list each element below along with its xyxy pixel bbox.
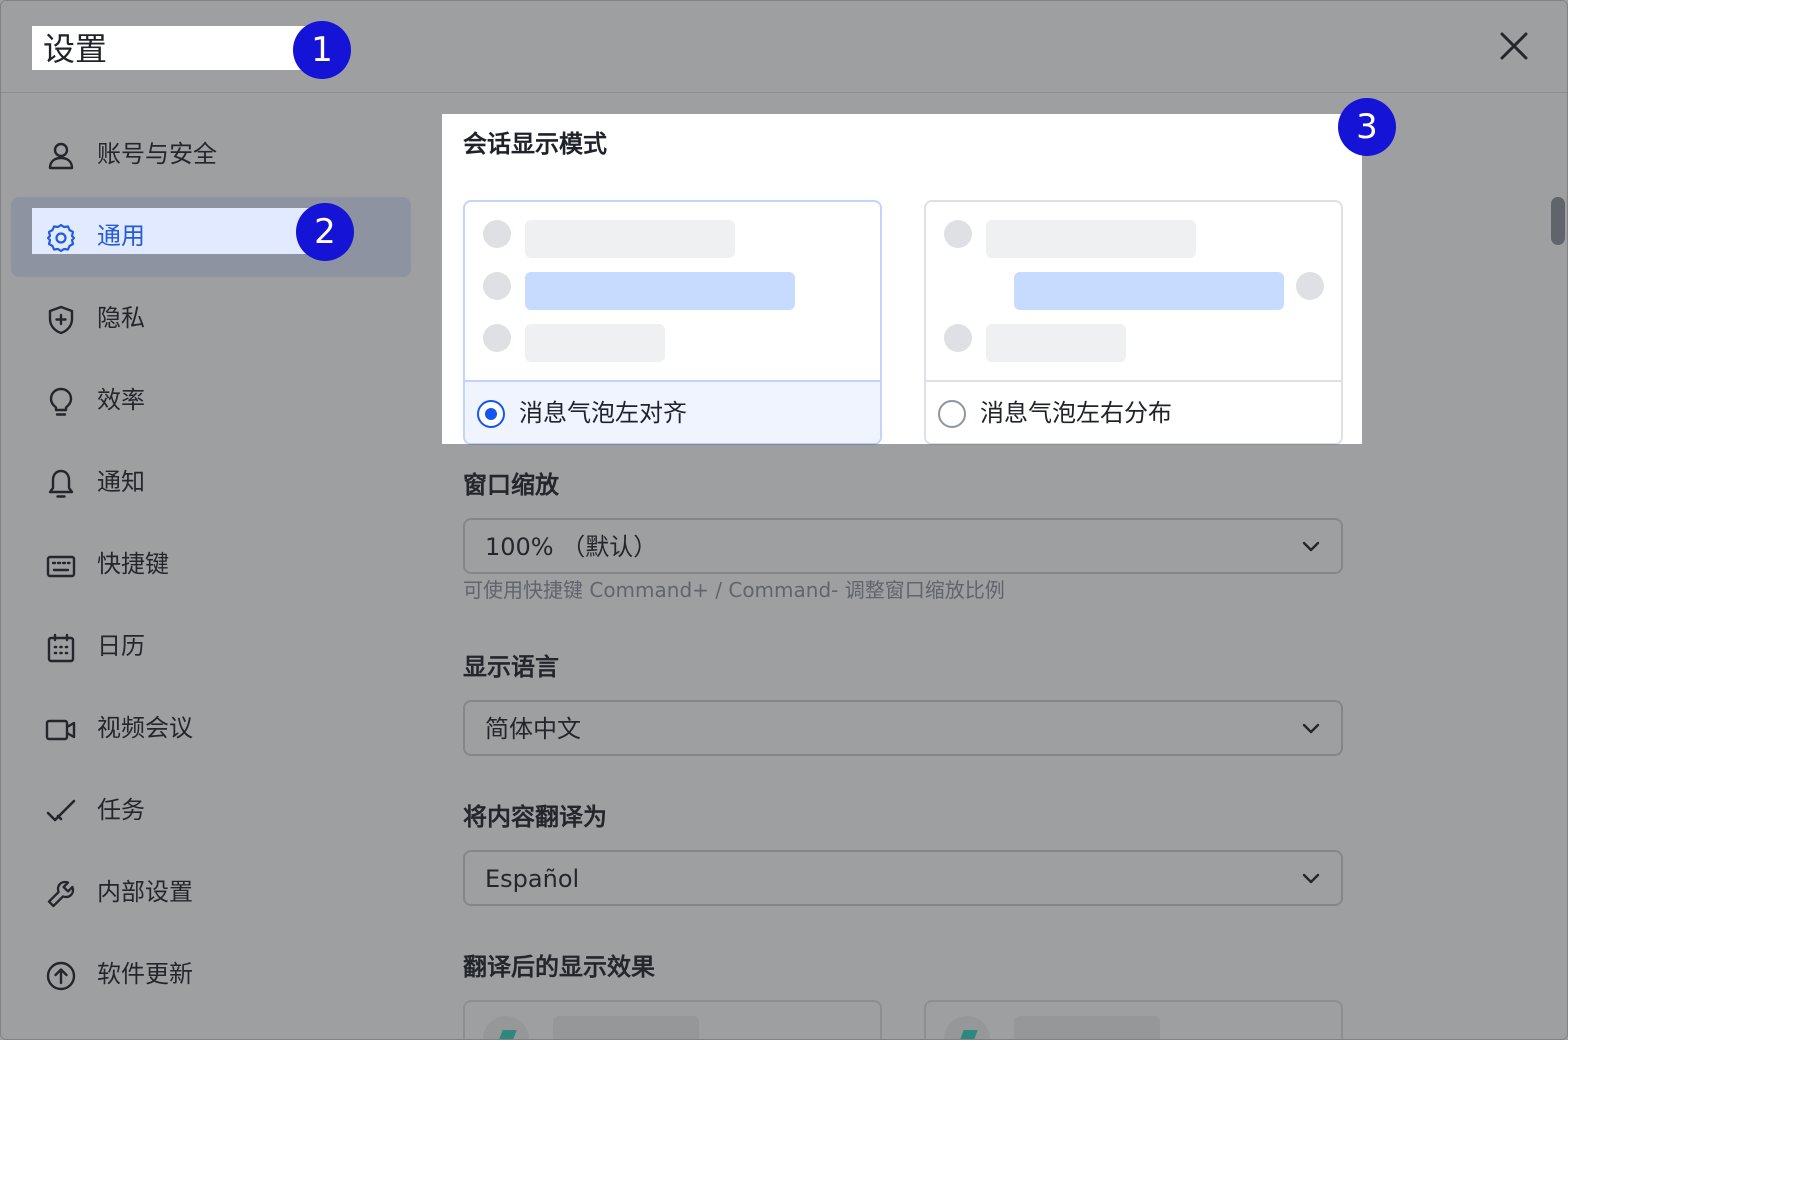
mode-footer: 消息气泡左对齐 [465, 380, 880, 443]
sidebar-item-label: 隐私 [97, 304, 145, 332]
settings-content: 会话显示模式 消息气泡左对齐 消息气泡左右分布 窗口缩放 100% （默认） 可… [421, 93, 1567, 1039]
avatar [483, 1016, 529, 1039]
settings-window: 设置 账号与安全 通用 隐私 效率 通知 快捷键 日历 视频会议 任务 内部设置… [0, 0, 1568, 1040]
sidebar-item-internal-settings[interactable]: 内部设置 [11, 853, 411, 933]
mode-option-left-right[interactable]: 消息气泡左右分布 [924, 200, 1343, 445]
annotation-badge-3: 3 [1338, 98, 1396, 156]
sidebar-item-tasks[interactable]: 任务 [11, 771, 411, 851]
chevron-down-icon [1302, 873, 1320, 884]
select-value: Español [485, 865, 580, 893]
sidebar-item-notifications[interactable]: 通知 [11, 443, 411, 523]
title-box: 设置 [33, 27, 323, 71]
section-title: 翻译后的显示效果 [463, 953, 655, 981]
sidebar-item-label: 内部设置 [97, 878, 193, 906]
scrollbar-thumb[interactable] [1551, 197, 1565, 245]
bubble-placeholder [986, 324, 1126, 362]
chevron-down-icon [1302, 541, 1320, 552]
mode-label: 消息气泡左右分布 [980, 399, 1172, 427]
sidebar-item-efficiency[interactable]: 效率 [11, 361, 411, 441]
wrench-icon [47, 880, 75, 908]
mode-footer: 消息气泡左右分布 [926, 380, 1341, 443]
section-title: 显示语言 [463, 653, 559, 681]
mode-option-left-aligned[interactable]: 消息气泡左对齐 [463, 200, 882, 445]
bubble-placeholder [1014, 1016, 1160, 1039]
annotation-badge-2: 2 [296, 203, 354, 261]
avatar-placeholder [483, 272, 511, 300]
video-icon [45, 719, 76, 741]
sidebar-item-label: 快捷键 [97, 550, 169, 578]
sidebar-item-label: 日历 [97, 632, 145, 660]
section-title: 将内容翻译为 [463, 803, 607, 831]
sidebar-item-calendar[interactable]: 日历 [11, 607, 411, 687]
annotation-badge-1: 1 [293, 21, 351, 79]
section-title: 会话显示模式 [463, 130, 607, 158]
settings-header: 设置 [1, 1, 1567, 93]
keyboard-icon [46, 555, 76, 578]
sidebar-item-label: 软件更新 [97, 960, 193, 988]
gear-icon [46, 223, 76, 253]
sidebar-item-software-update[interactable]: 软件更新 [11, 935, 411, 1015]
sidebar: 账号与安全 通用 隐私 效率 通知 快捷键 日历 视频会议 任务 内部设置 软件… [1, 93, 421, 1039]
translation-display-option[interactable] [463, 1000, 882, 1039]
zoom-select[interactable]: 100% （默认） [463, 518, 1343, 574]
avatar-placeholder [944, 324, 972, 352]
sidebar-item-account[interactable]: 账号与安全 [11, 115, 411, 195]
translate-language-select[interactable]: Español [463, 850, 1343, 906]
close-icon [1500, 32, 1528, 60]
bubble-placeholder-own [1014, 272, 1284, 310]
section-title: 窗口缩放 [463, 471, 559, 499]
sidebar-item-label: 效率 [97, 386, 145, 414]
sidebar-item-video-meeting[interactable]: 视频会议 [11, 689, 411, 769]
shield-icon [48, 305, 74, 335]
bubble-placeholder [986, 220, 1196, 258]
sidebar-item-label: 任务 [97, 796, 145, 824]
language-select[interactable]: 简体中文 [463, 700, 1343, 756]
chat-mode-section: 会话显示模式 消息气泡左对齐 消息气泡左右分布 [443, 115, 1363, 445]
mode-preview [926, 202, 1341, 380]
avatar-placeholder [483, 220, 511, 248]
radio-button[interactable] [477, 400, 505, 428]
check-icon [46, 799, 76, 822]
upgrade-icon [46, 961, 76, 991]
avatar-placeholder [1296, 272, 1324, 300]
translation-display-option[interactable] [924, 1000, 1343, 1039]
bubble-placeholder [553, 1016, 699, 1039]
radio-button[interactable] [938, 400, 966, 428]
user-icon [48, 142, 74, 170]
chevron-down-icon [1302, 723, 1320, 734]
sidebar-item-label: 视频会议 [97, 714, 193, 742]
lightbulb-icon [49, 387, 73, 416]
sidebar-item-privacy[interactable]: 隐私 [11, 279, 411, 359]
bubble-placeholder [525, 220, 735, 258]
zoom-hint: 可使用快捷键 Command+ / Command- 调整窗口缩放比例 [463, 578, 1005, 602]
calendar-icon [47, 633, 75, 663]
page-title: 设置 [43, 30, 108, 68]
sidebar-item-label: 通用 [97, 222, 145, 250]
sidebar-item-label: 账号与安全 [97, 140, 217, 168]
bell-icon [48, 469, 74, 498]
sidebar-item-label: 通知 [97, 468, 145, 496]
bubble-placeholder [525, 324, 665, 362]
bubble-placeholder-own [525, 272, 795, 310]
avatar-placeholder [483, 324, 511, 352]
close-button[interactable] [1495, 27, 1533, 65]
avatar-placeholder [944, 220, 972, 248]
sidebar-item-shortcuts[interactable]: 快捷键 [11, 525, 411, 605]
select-value: 100% （默认） [485, 533, 658, 561]
select-value: 简体中文 [485, 715, 581, 743]
mode-label: 消息气泡左对齐 [519, 399, 687, 427]
avatar [944, 1016, 990, 1039]
mode-preview [465, 202, 880, 380]
